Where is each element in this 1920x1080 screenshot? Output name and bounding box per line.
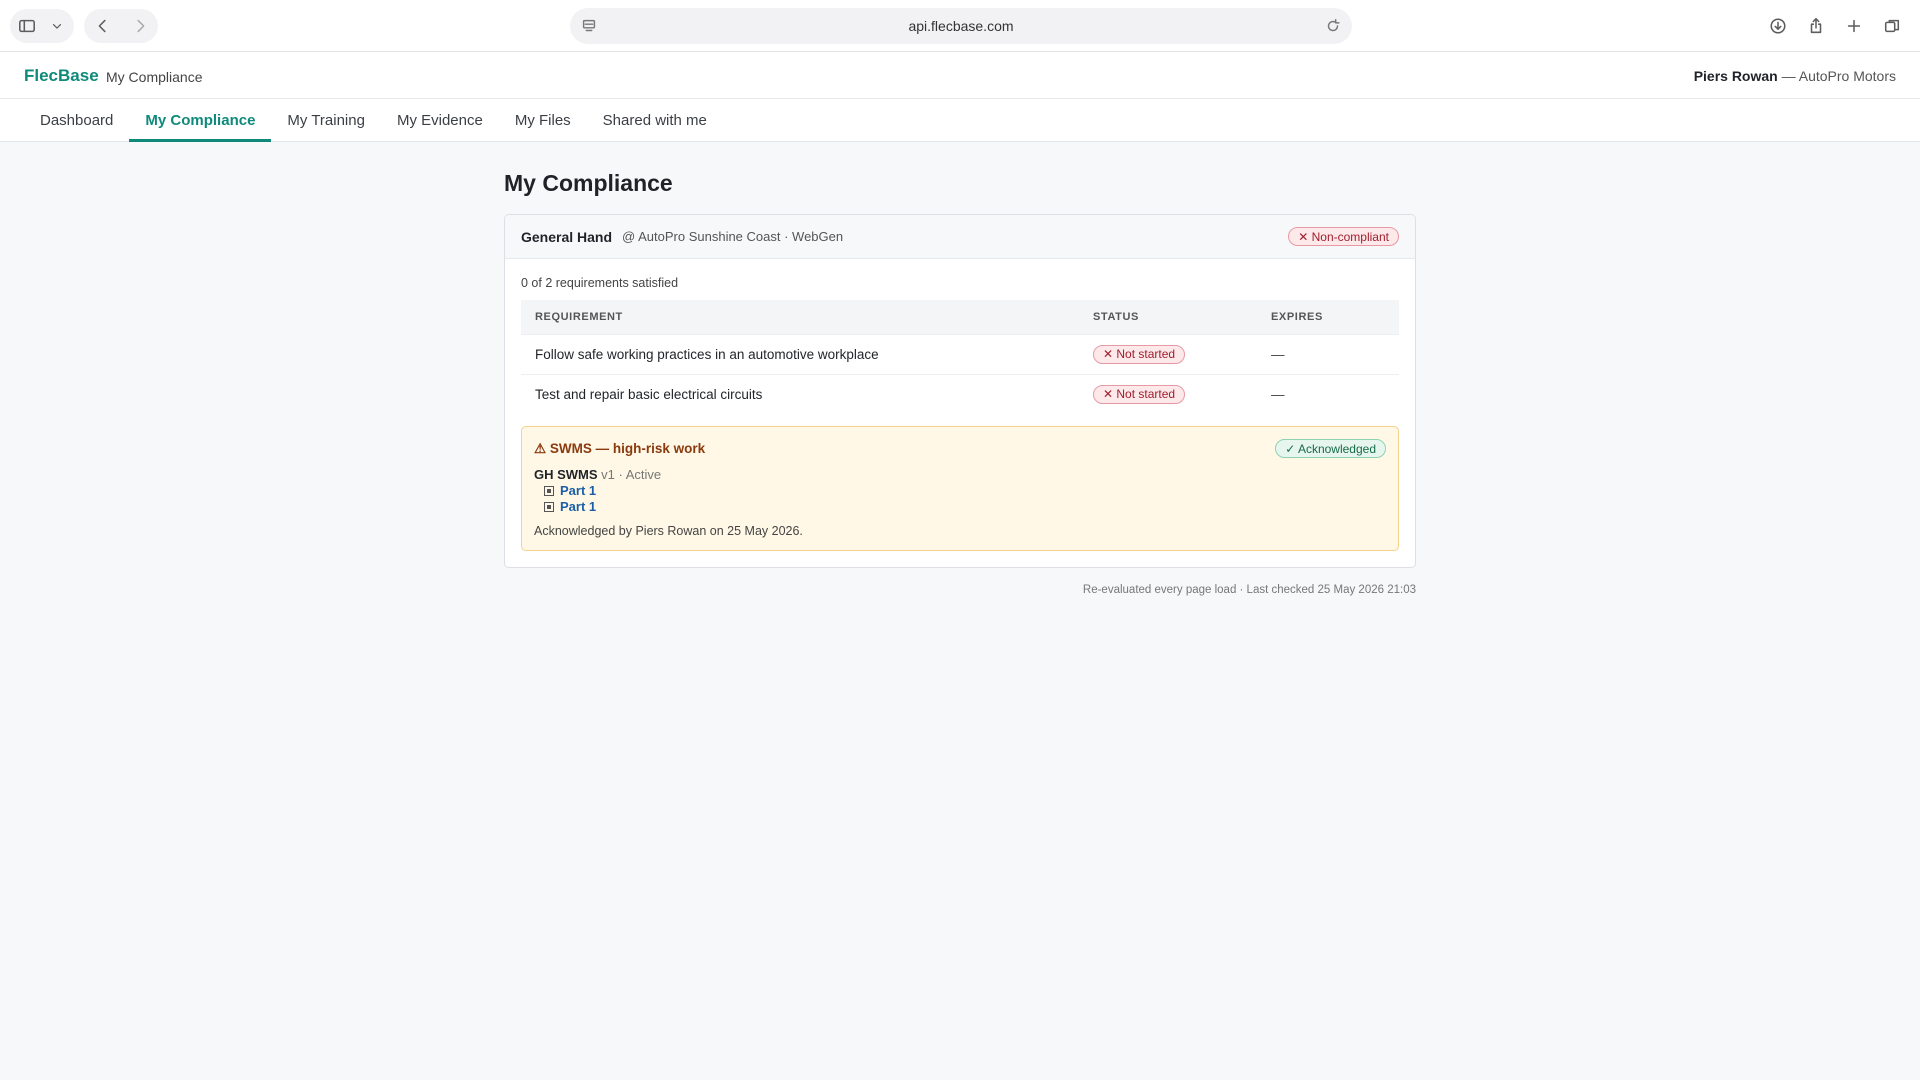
main-content: My Compliance General Hand @ AutoPro Sun… (504, 170, 1416, 596)
swms-document: GH SWMS v1 · Active (534, 467, 1386, 482)
compliance-card: General Hand @ AutoPro Sunshine Coast · … (504, 214, 1416, 568)
requirements-summary: 0 of 2 requirements satisfied (521, 276, 679, 290)
role-location: @ AutoPro Sunshine Coast · WebGen (622, 229, 844, 244)
document-part-icon (544, 501, 554, 512)
app-header: FlecBase My Compliance Piers Rowan — Aut… (0, 52, 1920, 99)
column-header-status: STATUS (1093, 310, 1139, 323)
tab-my-compliance[interactable]: My Compliance (129, 99, 272, 142)
address-bar[interactable]: api.flecbase.com (570, 8, 1352, 44)
requirement-expires: — (1257, 333, 1399, 374)
sidebar-toggle-group (10, 9, 74, 43)
user-info[interactable]: Piers Rowan — AutoPro Motors (1694, 68, 1896, 84)
browser-actions (1760, 9, 1910, 43)
tab-dashboard[interactable]: Dashboard (24, 99, 129, 142)
header-section-title: My Compliance (106, 69, 203, 85)
tab-my-training[interactable]: My Training (271, 99, 381, 142)
acknowledged-badge: ✓ Acknowledged (1275, 439, 1386, 458)
table-header-row: REQUIREMENT STATUS EXPIRES (521, 300, 1399, 334)
requirement-status-cell: ✕ Not started (1079, 333, 1257, 374)
swms-document-meta: v1 · Active (597, 467, 662, 482)
last-checked-note: Re-evaluated every page load · Last chec… (1082, 584, 1416, 596)
chevron-down-icon[interactable] (44, 9, 70, 43)
compliance-status-badge: ✕ Non-compliant (1288, 227, 1399, 246)
card-body: 0 of 2 requirements satisfied REQUIREMEN… (505, 259, 1415, 567)
page-settings-icon[interactable] (580, 17, 598, 40)
swms-title: ⚠ SWMS — high-risk work (534, 441, 706, 456)
swms-panel: ⚠ SWMS — high-risk work ✓ Acknowledged G… (521, 426, 1399, 551)
swms-document-name: GH SWMS (534, 467, 598, 482)
document-part-icon (544, 485, 554, 496)
browser-toolbar: api.flecbase.com (0, 0, 1920, 52)
table-row: Follow safe working practices in an auto… (521, 333, 1399, 374)
table-row: Test and repair basic electrical circuit… (521, 373, 1399, 414)
page-title: My Compliance (504, 170, 673, 196)
requirement-name: Test and repair basic electrical circuit… (521, 373, 1079, 414)
share-icon[interactable] (1798, 9, 1834, 43)
tab-my-files[interactable]: My Files (499, 99, 587, 142)
tab-overview-icon[interactable] (1874, 9, 1910, 43)
column-header-expires: EXPIRES (1271, 310, 1323, 323)
sidebar-icon[interactable] (10, 9, 44, 43)
requirement-status-cell: ✕ Not started (1079, 373, 1257, 414)
requirement-expires: — (1257, 373, 1399, 414)
user-org: — AutoPro Motors (1777, 68, 1896, 84)
swms-part-item: Part 1 (544, 499, 1386, 514)
requirements-table: REQUIREMENT STATUS EXPIRES Follow safe w… (521, 300, 1399, 414)
download-icon[interactable] (1760, 9, 1796, 43)
back-arrow-icon[interactable] (84, 9, 121, 43)
swms-part-link[interactable]: Part 1 (560, 499, 596, 514)
reload-icon[interactable] (1324, 17, 1342, 40)
requirement-status-badge: ✕ Not started (1093, 384, 1186, 404)
main-nav: Dashboard My Compliance My Training My E… (0, 99, 1920, 142)
url-text: api.flecbase.com (908, 18, 1014, 34)
swms-part-link[interactable]: Part 1 (560, 483, 596, 498)
tab-shared-with-me[interactable]: Shared with me (587, 99, 723, 142)
brand-logo[interactable]: FlecBase (24, 66, 99, 86)
history-nav-group (84, 9, 158, 43)
tab-my-evidence[interactable]: My Evidence (381, 99, 499, 142)
role-name: General Hand (521, 228, 613, 245)
card-header: General Hand @ AutoPro Sunshine Coast · … (505, 215, 1415, 259)
swms-part-item: Part 1 (544, 483, 1386, 498)
user-name: Piers Rowan (1693, 68, 1778, 84)
requirement-status-badge: ✕ Not started (1093, 344, 1186, 364)
column-header-requirement: REQUIREMENT (535, 310, 623, 323)
acknowledgement-note: Acknowledged by Piers Rowan on 25 May 20… (534, 524, 803, 538)
requirement-name: Follow safe working practices in an auto… (521, 333, 1079, 374)
forward-arrow-icon[interactable] (121, 9, 158, 43)
new-tab-icon[interactable] (1836, 9, 1872, 43)
